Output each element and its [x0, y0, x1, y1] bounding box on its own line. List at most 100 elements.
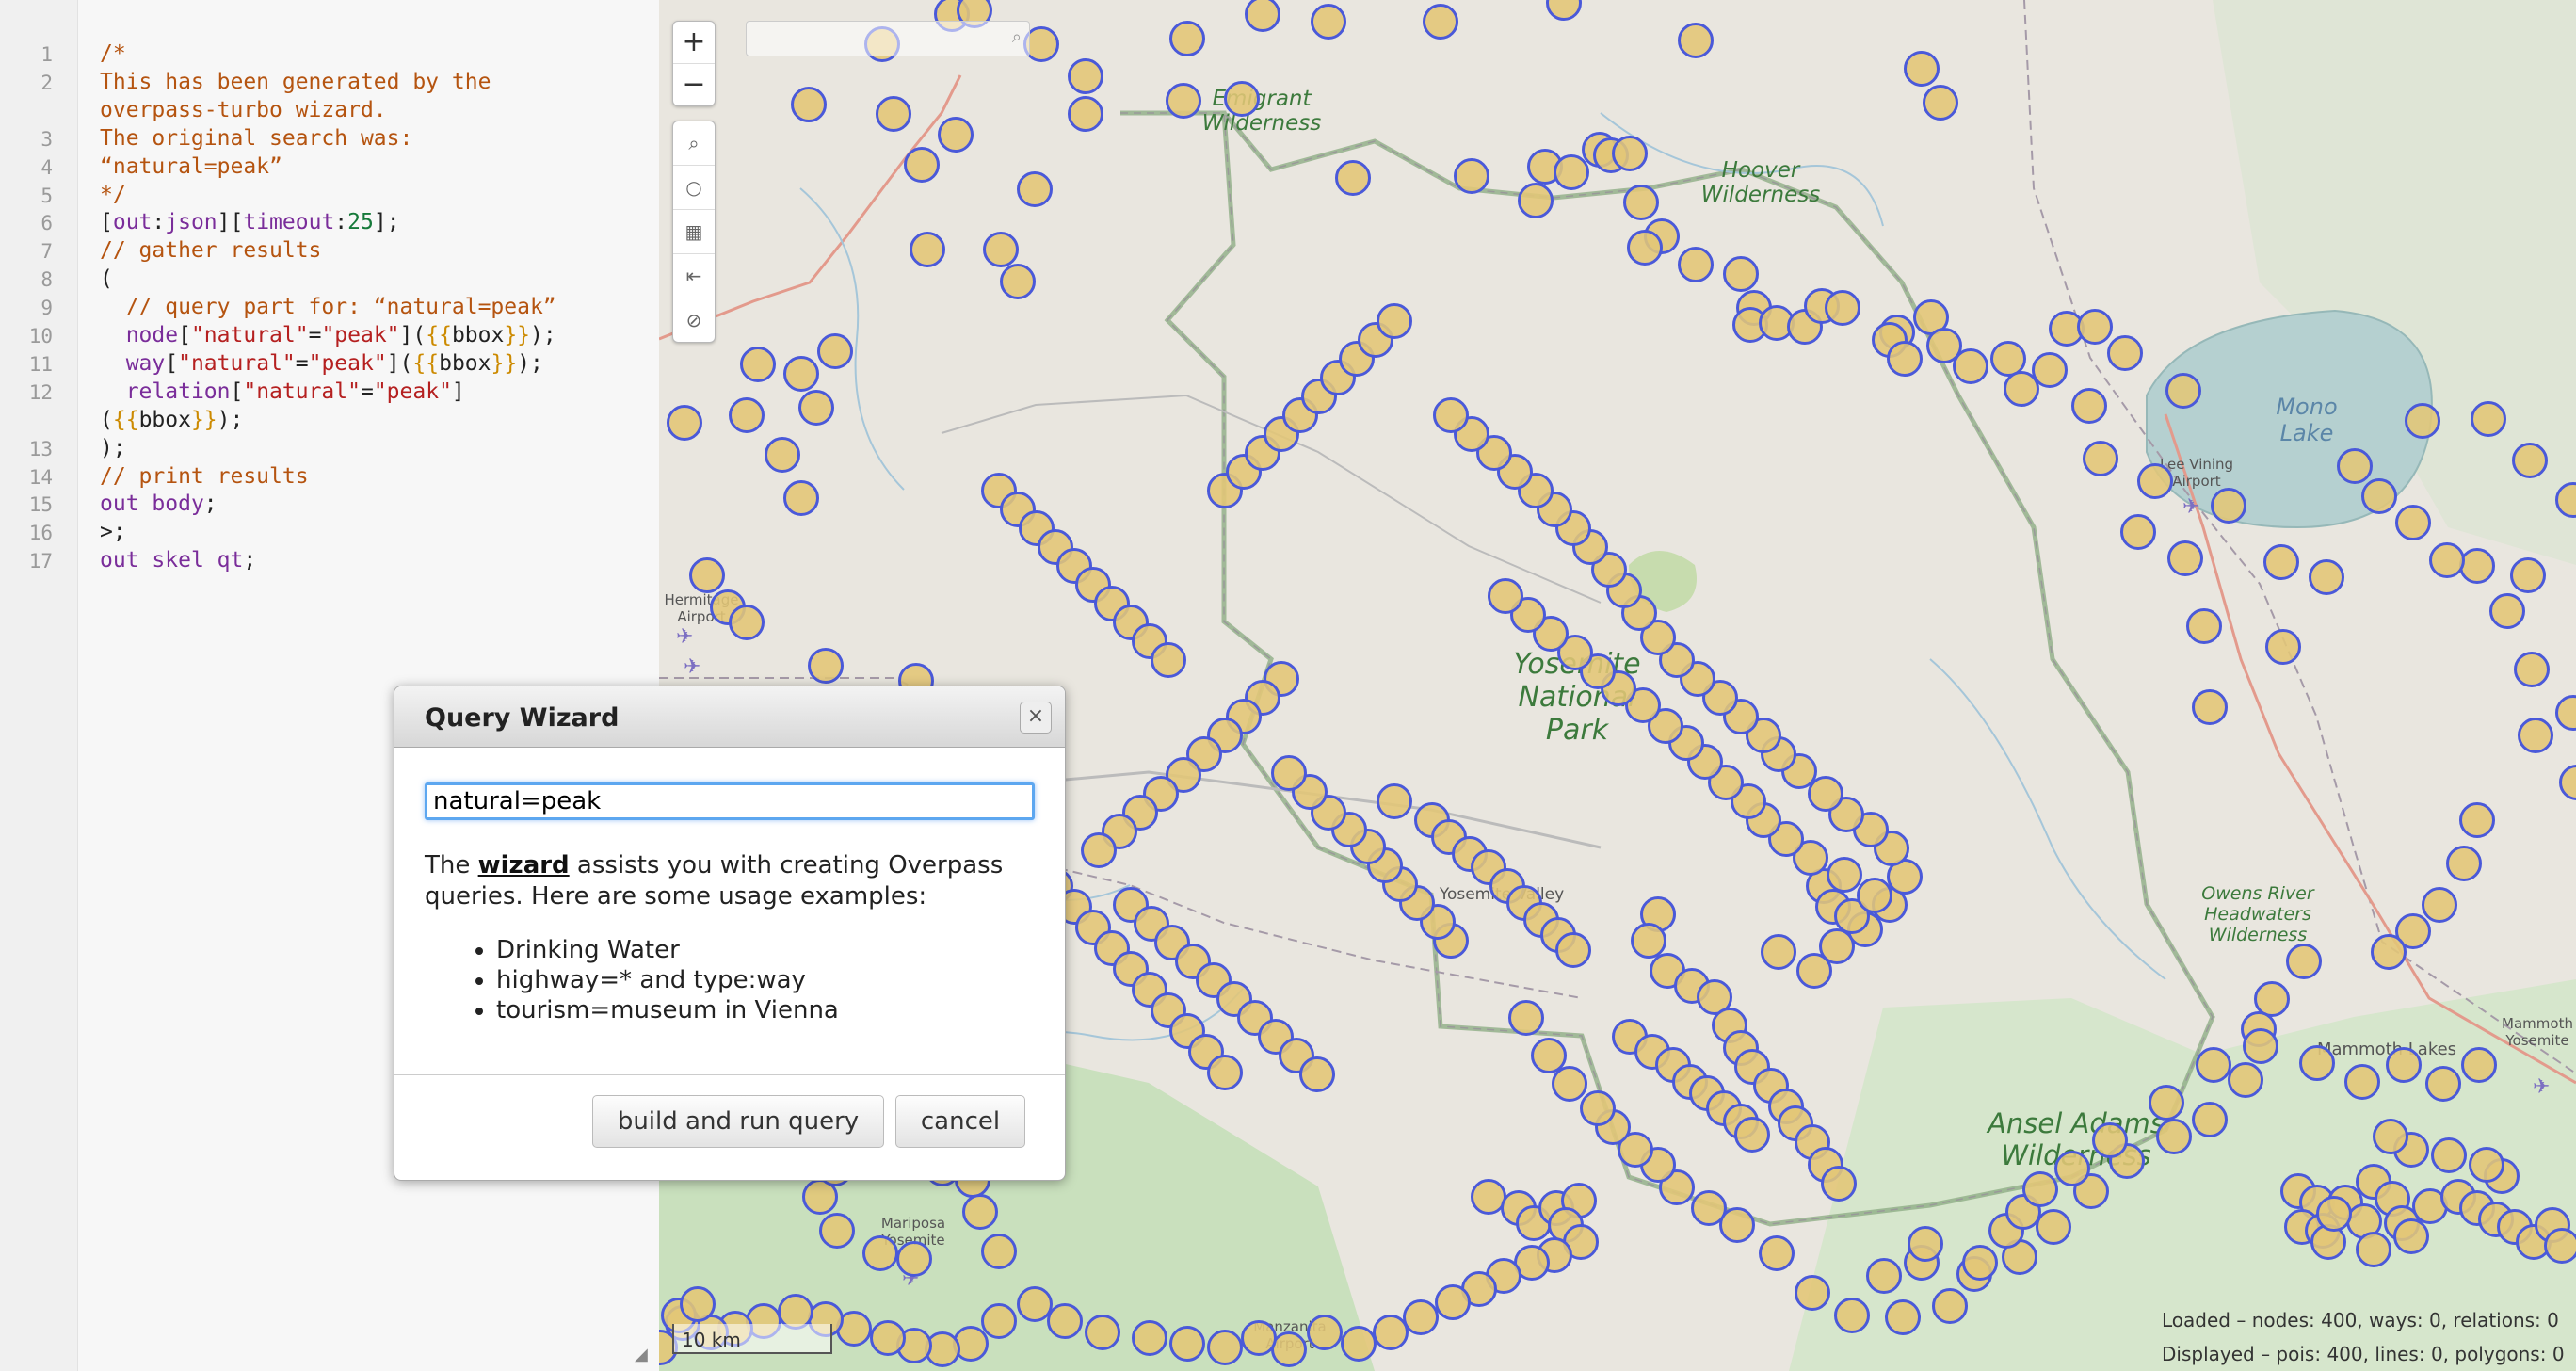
peak-marker[interactable] — [2107, 335, 2143, 371]
peak-marker[interactable] — [1857, 878, 1892, 913]
peak-marker[interactable] — [981, 1234, 1017, 1269]
peak-marker[interactable] — [2077, 309, 2113, 345]
peak-marker[interactable] — [2461, 1047, 2497, 1083]
peak-marker[interactable] — [1518, 183, 1554, 218]
peak-marker[interactable] — [1377, 303, 1412, 339]
peak-marker[interactable] — [1580, 1090, 1616, 1126]
peak-marker[interactable] — [2071, 388, 2107, 424]
clear-data-icon[interactable]: ⊘ — [673, 298, 715, 342]
peak-marker[interactable] — [2243, 1028, 2278, 1064]
code-line[interactable]: relation["natural"="peak"] — [100, 379, 465, 404]
peak-marker[interactable] — [2186, 608, 2222, 644]
peak-marker[interactable] — [2265, 629, 2301, 665]
locate-icon[interactable]: ○ — [673, 166, 715, 210]
peak-marker[interactable] — [896, 1241, 932, 1277]
peak-marker[interactable] — [2263, 544, 2299, 580]
peak-marker[interactable] — [2429, 542, 2465, 578]
peak-marker[interactable] — [1207, 1055, 1243, 1090]
peak-marker[interactable] — [1377, 783, 1412, 819]
code-line[interactable]: out skel qt; — [100, 548, 256, 573]
peak-marker[interactable] — [680, 1286, 716, 1322]
peak-marker[interactable] — [870, 1320, 906, 1356]
peak-marker[interactable] — [2083, 441, 2118, 476]
wizard-link[interactable]: wizard — [478, 851, 570, 879]
peak-marker[interactable] — [1821, 1166, 1857, 1202]
peak-marker[interactable] — [1335, 160, 1371, 196]
peak-marker[interactable] — [2092, 1122, 2128, 1158]
code-line[interactable]: This has been generated by the — [100, 70, 491, 94]
peak-marker[interactable] — [1908, 1226, 1943, 1262]
peak-marker[interactable] — [2054, 1151, 2090, 1186]
peak-marker[interactable] — [1627, 230, 1663, 266]
peak-marker[interactable] — [729, 605, 765, 640]
code-line[interactable]: [out:json][timeout:25]; — [100, 210, 400, 234]
peak-marker[interactable] — [783, 356, 819, 392]
peak-marker[interactable] — [1761, 934, 1796, 970]
zoom-in-button[interactable]: + — [673, 22, 715, 64]
peak-marker[interactable] — [1554, 154, 1589, 190]
wizard-query-input[interactable] — [425, 782, 1035, 820]
peak-marker[interactable] — [817, 333, 853, 369]
peak-marker[interactable] — [1454, 158, 1489, 194]
peak-marker[interactable] — [2544, 1228, 2576, 1264]
peak-marker[interactable] — [2373, 1119, 2408, 1154]
peak-marker[interactable] — [1904, 51, 1940, 87]
peak-marker[interactable] — [2149, 1085, 2184, 1121]
peak-marker[interactable] — [1508, 1000, 1544, 1036]
peak-marker[interactable] — [667, 405, 702, 441]
peak-marker[interactable] — [983, 232, 1019, 267]
peak-marker[interactable] — [1017, 1286, 1053, 1322]
peak-marker[interactable] — [1691, 1190, 1727, 1226]
peak-marker[interactable] — [2471, 401, 2506, 437]
peak-marker[interactable] — [2510, 557, 2546, 593]
peak-marker[interactable] — [1373, 1315, 1409, 1350]
peak-marker[interactable] — [740, 347, 776, 382]
peak-marker[interactable] — [2286, 944, 2322, 979]
peak-marker[interactable] — [2022, 1171, 2058, 1207]
code-line[interactable]: ( — [100, 266, 113, 291]
peak-marker[interactable] — [2371, 934, 2407, 970]
zoom-to-data-icon[interactable]: ⌕ — [673, 121, 715, 166]
peak-marker[interactable] — [2422, 887, 2457, 923]
peak-marker[interactable] — [2512, 443, 2548, 478]
peak-marker[interactable] — [783, 480, 819, 516]
peak-marker[interactable] — [2431, 1137, 2467, 1173]
peak-marker[interactable] — [876, 96, 911, 132]
example-item[interactable]: tourism=museum in Vienna — [496, 995, 839, 1025]
peak-marker[interactable] — [1151, 642, 1186, 678]
peak-marker[interactable] — [1341, 1326, 1377, 1362]
peak-marker[interactable] — [2299, 1045, 2335, 1081]
peak-marker[interactable] — [2518, 718, 2553, 753]
peak-marker[interactable] — [862, 1235, 898, 1271]
peak-marker[interactable] — [1885, 1299, 1921, 1335]
peak-marker[interactable] — [962, 1194, 998, 1230]
peak-marker[interactable] — [2459, 548, 2495, 584]
code-line[interactable]: >; — [100, 520, 126, 544]
code-line[interactable]: way["natural"="peak"]({{bbox}}); — [100, 351, 543, 376]
peak-marker[interactable] — [2395, 505, 2431, 540]
peak-marker[interactable] — [938, 117, 974, 153]
map-search-box[interactable]: ⌕ — [746, 21, 1030, 56]
peak-marker[interactable] — [1166, 83, 1201, 119]
build-and-run-query-button[interactable]: build and run query — [592, 1095, 884, 1148]
peak-marker[interactable] — [1423, 4, 1458, 40]
peak-marker[interactable] — [1923, 85, 1958, 121]
peak-marker[interactable] — [2228, 1062, 2263, 1098]
peak-marker[interactable] — [2211, 488, 2246, 524]
peak-marker[interactable] — [1678, 23, 1714, 58]
peak-marker[interactable] — [2316, 1196, 2352, 1232]
peak-marker[interactable] — [2514, 652, 2550, 687]
peak-marker[interactable] — [2405, 403, 2440, 439]
peak-marker[interactable] — [1068, 96, 1103, 132]
code-line[interactable]: // gather results — [100, 238, 321, 263]
peak-marker[interactable] — [1169, 21, 1205, 56]
peak-marker[interactable] — [2344, 1064, 2380, 1100]
peak-marker[interactable] — [2167, 540, 2203, 576]
peak-marker[interactable] — [1207, 1330, 1243, 1365]
peak-marker[interactable] — [1000, 264, 1036, 299]
code-line[interactable]: /* — [100, 41, 126, 66]
peak-marker[interactable] — [1241, 1320, 1277, 1356]
peak-marker[interactable] — [2192, 689, 2228, 725]
peak-marker[interactable] — [2337, 448, 2373, 484]
peak-marker[interactable] — [2386, 1047, 2422, 1083]
